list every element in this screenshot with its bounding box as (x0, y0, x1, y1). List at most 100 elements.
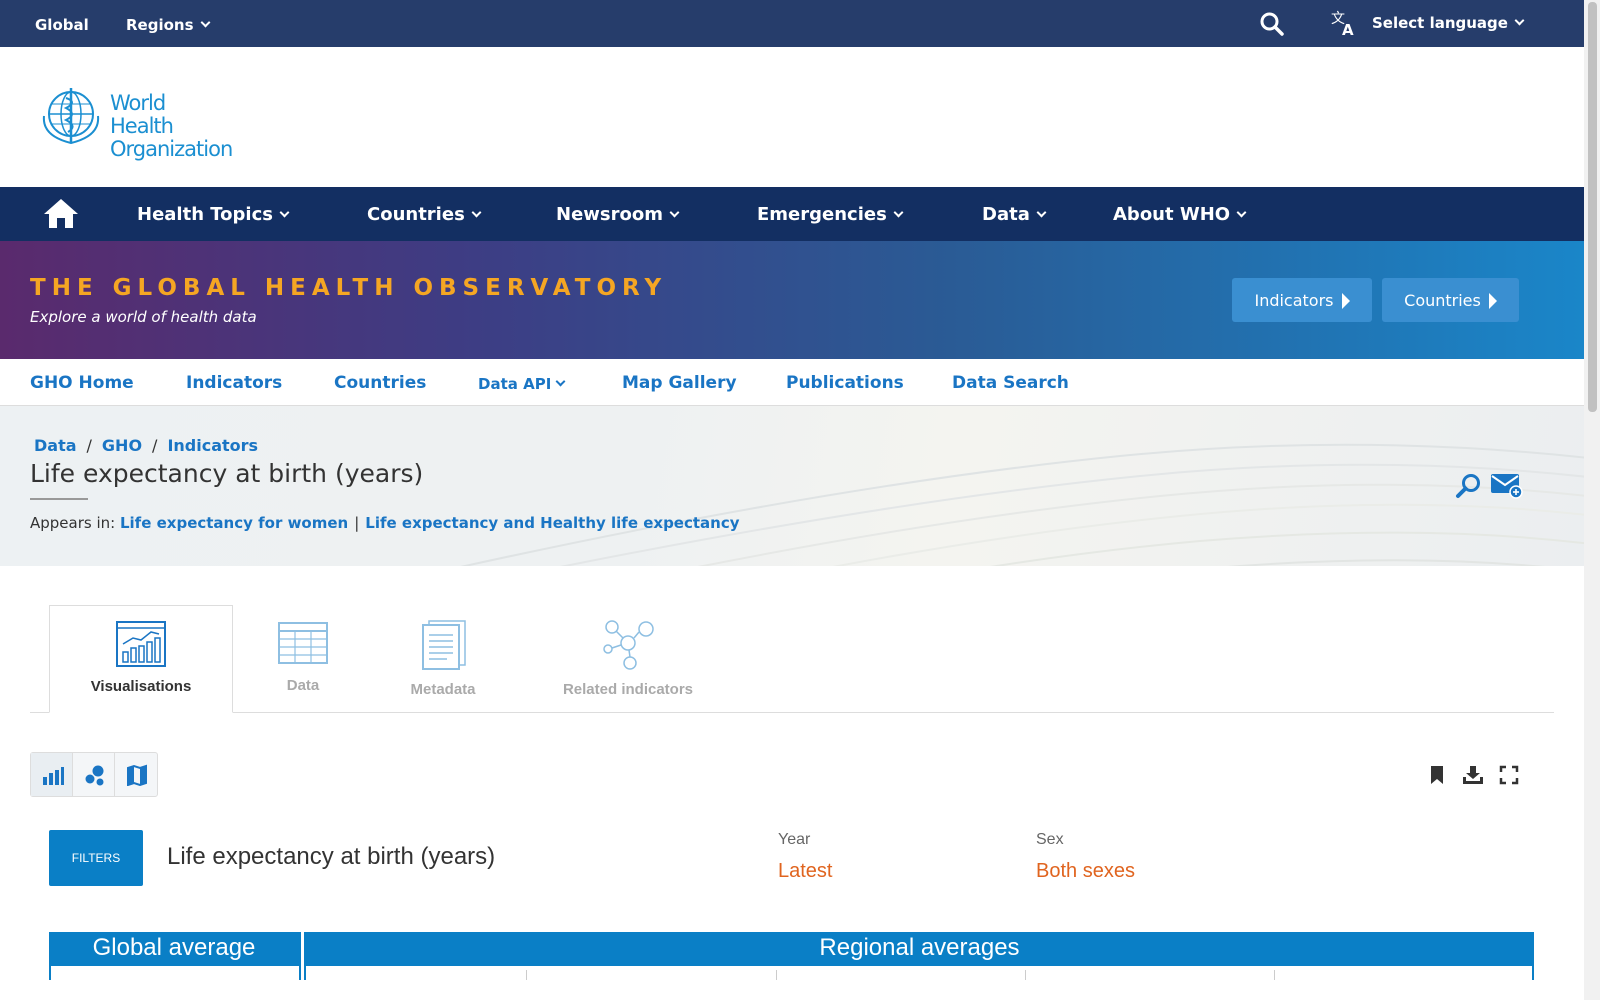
global-average-header: Global average (49, 932, 299, 966)
data-table-icon (278, 622, 328, 664)
bubble-view-button[interactable] (73, 753, 115, 796)
bar-chart-icon (43, 767, 64, 785)
scrollbar-thumb[interactable] (1588, 2, 1597, 412)
table-border (304, 932, 306, 980)
tab-related-indicators[interactable]: Related indicators (540, 605, 716, 713)
chart-title: Life expectancy at birth (years) (167, 843, 496, 870)
appears-in: Appears in: Life expectancy for women | Li… (30, 514, 740, 532)
search-icon[interactable] (1259, 11, 1285, 41)
logo-line-1: World Health (110, 91, 174, 138)
nav-label: Newsroom (556, 204, 663, 225)
banner-title[interactable]: THE GLOBAL HEALTH OBSERVATORY (30, 275, 667, 301)
bubble-chart-icon (85, 765, 104, 786)
sex-filter-label: Sex (1036, 831, 1064, 848)
indicators-button[interactable]: Indicators (1232, 278, 1372, 322)
translate-icon[interactable]: 文A (1330, 9, 1358, 41)
download-icon[interactable] (1462, 765, 1484, 785)
table-border (299, 932, 301, 980)
arrow-right-icon (1488, 293, 1497, 309)
breadcrumb-separator: / (152, 436, 158, 455)
nav-label: Emergencies (757, 204, 887, 225)
arrow-right-icon (1341, 293, 1350, 309)
language-label: Select language (1372, 14, 1508, 32)
button-label: Indicators (1254, 291, 1334, 310)
global-link[interactable]: Global (35, 16, 89, 34)
regions-label: Regions (126, 16, 194, 34)
subnav-publications[interactable]: Publications (786, 373, 904, 393)
bookmark-icon[interactable] (1428, 765, 1446, 785)
filters-button[interactable]: FILTERS (49, 830, 143, 886)
title-underline (30, 498, 88, 500)
appears-link-women[interactable]: Life expectancy for women (120, 514, 348, 532)
svg-text:A: A (1342, 21, 1354, 37)
chevron-down-icon (669, 207, 680, 218)
breadcrumb-indicators[interactable]: Indicators (167, 436, 258, 455)
email-subscribe-icon[interactable] (1490, 470, 1524, 505)
tab-visualisations[interactable]: Visualisations (49, 605, 233, 713)
bar-chart-view-button[interactable] (31, 753, 73, 796)
who-logo[interactable]: World Health Organization (38, 86, 233, 161)
home-icon[interactable] (42, 196, 80, 234)
link-separator: | (354, 514, 360, 532)
fullscreen-icon[interactable] (1499, 765, 1519, 785)
averages-table-header: Global average Regional averages (49, 932, 1534, 980)
map-view-button[interactable] (115, 753, 157, 796)
gho-sub-nav: GHO Home Indicators Countries Data API M… (0, 359, 1584, 406)
tab-label: Visualisations (90, 678, 192, 695)
subnav-label: Data API (478, 375, 552, 393)
language-select[interactable]: Select language (1372, 14, 1525, 32)
regions-dropdown[interactable]: Regions (126, 16, 210, 34)
nav-data[interactable]: Data (982, 204, 1047, 225)
nav-label: Data (982, 204, 1030, 225)
year-filter-value[interactable]: Latest (778, 860, 832, 883)
column-divider (776, 970, 777, 980)
subnav-data-search[interactable]: Data Search (952, 373, 1069, 393)
tab-data[interactable]: Data (233, 605, 373, 713)
network-icon (603, 620, 654, 670)
who-emblem-icon (42, 88, 100, 145)
nav-about-who[interactable]: About WHO (1113, 204, 1247, 225)
top-bar: Global Regions 文A Select language (0, 0, 1584, 47)
nav-label: About WHO (1113, 204, 1231, 225)
tab-label: Data (286, 677, 320, 694)
map-icon (127, 764, 147, 786)
table-border (49, 932, 51, 980)
breadcrumb-gho[interactable]: GHO (102, 436, 142, 455)
who-logo-text: World Health Organization (110, 91, 233, 161)
column-divider (526, 970, 527, 980)
tab-metadata[interactable]: Metadata (373, 605, 513, 713)
appears-link-healthy-life[interactable]: Life expectancy and Healthy life expecta… (365, 514, 739, 532)
decorative-wave-background (460, 443, 1584, 566)
year-filter-label: Year (778, 831, 811, 848)
column-divider (1274, 970, 1275, 980)
subnav-countries[interactable]: Countries (334, 373, 426, 393)
nav-countries[interactable]: Countries (367, 204, 482, 225)
nav-newsroom[interactable]: Newsroom (556, 204, 680, 225)
subnav-map-gallery[interactable]: Map Gallery (622, 373, 737, 393)
countries-button[interactable]: Countries (1382, 278, 1519, 322)
search-icon[interactable] (1455, 472, 1483, 505)
chevron-down-icon (893, 207, 904, 218)
chevron-down-icon (555, 376, 566, 387)
nav-label: Health Topics (137, 204, 273, 225)
breadcrumb-data[interactable]: Data (34, 436, 77, 455)
button-label: Countries (1404, 291, 1481, 310)
subnav-data-api[interactable]: Data API (478, 375, 566, 393)
nav-emergencies[interactable]: Emergencies (757, 204, 904, 225)
subnav-gho-home[interactable]: GHO Home (30, 373, 134, 393)
title-section: Data / GHO / Indicators Life expectancy at b… (0, 406, 1584, 566)
subnav-indicators[interactable]: Indicators (186, 373, 282, 393)
column-divider (1025, 970, 1026, 980)
tab-label: Metadata (410, 681, 476, 698)
chevron-down-icon (1514, 15, 1525, 26)
sex-filter-value[interactable]: Both sexes (1036, 860, 1135, 883)
document-icon (422, 620, 466, 670)
page: Global Regions 文A Select language World … (0, 0, 1584, 1000)
page-scrollbar[interactable] (1584, 0, 1600, 1000)
breadcrumb: Data / GHO / Indicators (34, 436, 258, 455)
chevron-down-icon (471, 207, 482, 218)
regional-averages-header: Regional averages (305, 932, 1534, 966)
nav-health-topics[interactable]: Health Topics (137, 204, 290, 225)
indicator-tabs: Visualisations Data Metadata Related ind… (30, 605, 1554, 713)
tab-label: Related indicators (562, 681, 694, 698)
